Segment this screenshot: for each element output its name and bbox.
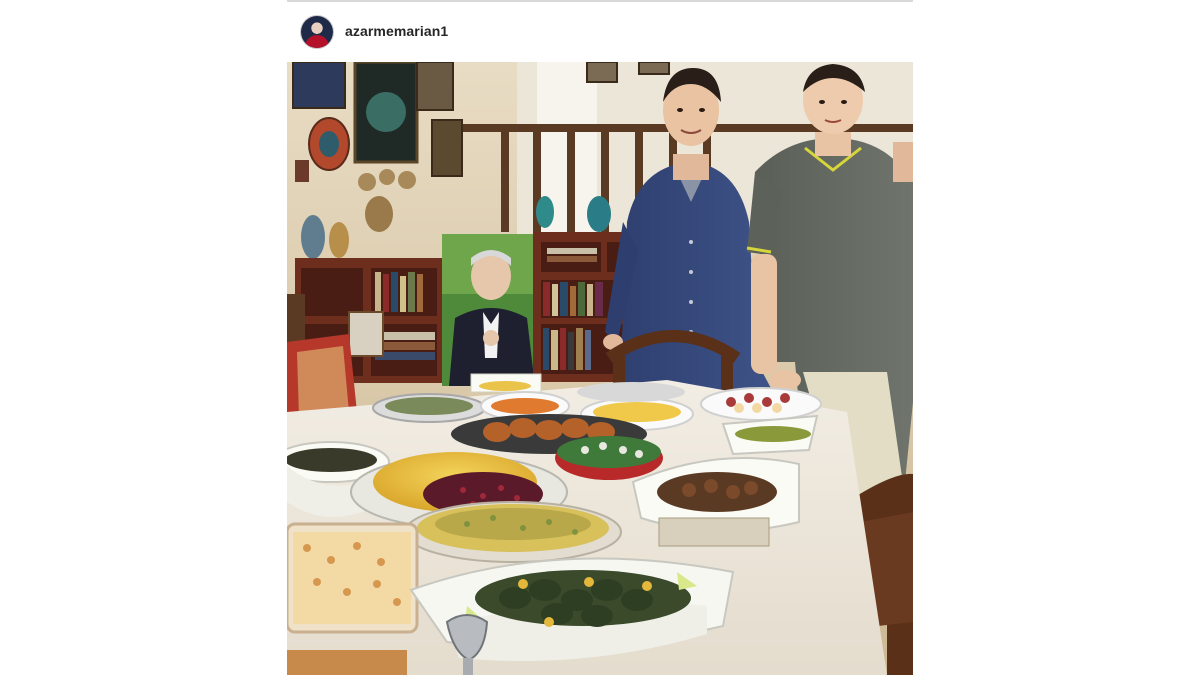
page: azarmemarian1 xyxy=(0,0,1200,675)
profile-avatar-icon[interactable] xyxy=(301,16,333,48)
post-photo[interactable] xyxy=(287,62,913,675)
post-header: azarmemarian1 xyxy=(287,2,913,62)
username-link[interactable]: azarmemarian1 xyxy=(345,23,448,39)
photo-dinner-table-icon xyxy=(287,62,913,675)
instagram-post: azarmemarian1 xyxy=(287,0,913,675)
